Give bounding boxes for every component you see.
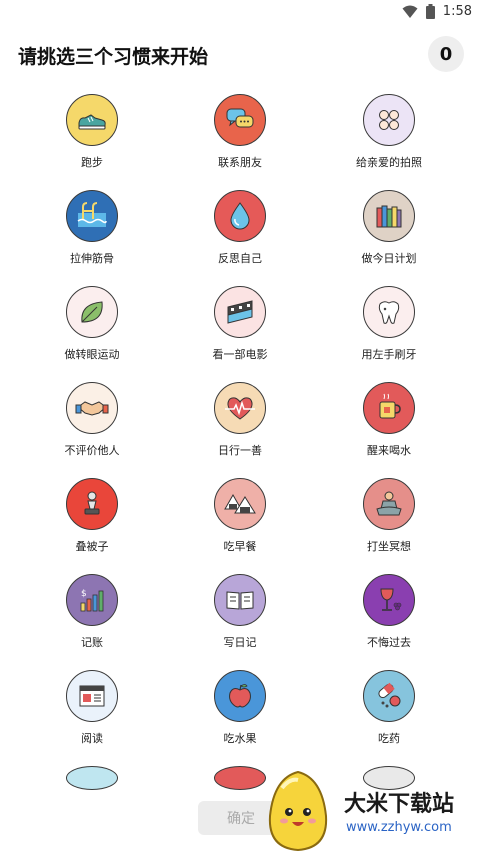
chess-pawn-icon xyxy=(66,478,118,530)
tooth-icon xyxy=(363,286,415,338)
habit-stretch[interactable]: 拉伸筋骨 xyxy=(17,190,167,280)
habit-make-bed[interactable]: 叠被子 xyxy=(17,478,167,568)
water-drop-icon xyxy=(214,190,266,242)
watermark-title: 大米下载站 xyxy=(344,792,455,817)
habit-no-regrets[interactable]: 不悔过去 xyxy=(314,574,464,664)
partial-icon-1 xyxy=(66,766,118,790)
habit-label: 阅读 xyxy=(81,732,103,745)
wine-glass-icon xyxy=(363,574,415,626)
habit-left-hand-brush[interactable]: 用左手刷牙 xyxy=(314,286,464,376)
header: 请挑选三个习惯来开始 0 xyxy=(0,34,480,78)
habit-contact-friends[interactable]: 联系朋友 xyxy=(165,94,315,184)
habit-label: 反思自己 xyxy=(218,252,262,265)
habit-reflect[interactable]: 反思自己 xyxy=(165,190,315,280)
selected-count-badge: 0 xyxy=(428,36,464,72)
chart-growth-icon: $ xyxy=(66,574,118,626)
habit-label: 日行一善 xyxy=(218,444,262,457)
pills-icon xyxy=(363,670,415,722)
habit-label: 叠被子 xyxy=(75,540,109,553)
heartbeat-icon xyxy=(214,382,266,434)
habit-eat-breakfast[interactable]: 吃早餐 xyxy=(165,478,315,568)
habit-label: 看一部电影 xyxy=(212,348,268,361)
habit-label: 写日记 xyxy=(223,636,257,649)
habit-label: 做今日计划 xyxy=(361,252,417,265)
habit-label: 醒来喝水 xyxy=(367,444,411,457)
svg-text:$: $ xyxy=(81,589,87,599)
habit-wake-drink-water[interactable]: 醒来喝水 xyxy=(314,382,464,472)
habit-journal[interactable]: 写日记 xyxy=(165,574,315,664)
partial-icon-2 xyxy=(214,766,266,790)
page-title: 请挑选三个习惯来开始 xyxy=(18,46,209,68)
habit-daily-plan[interactable]: 做今日计划 xyxy=(314,190,464,280)
battery-icon xyxy=(425,4,435,19)
newspaper-icon xyxy=(66,670,118,722)
watermark-egg-logo xyxy=(268,770,328,852)
habit-label: 吃水果 xyxy=(223,732,257,745)
habit-bookkeeping[interactable]: $ 记账 xyxy=(17,574,167,664)
habit-read[interactable]: 阅读 xyxy=(17,670,167,760)
habit-label: 给亲爱的拍照 xyxy=(356,156,422,169)
habit-label: 吃药 xyxy=(378,732,400,745)
handshake-icon xyxy=(66,382,118,434)
books-icon xyxy=(363,190,415,242)
habit-label: 吃早餐 xyxy=(223,540,257,553)
habit-label: 拉伸筋骨 xyxy=(70,252,114,265)
habit-run[interactable]: 跑步 xyxy=(17,94,167,184)
leaf-icon xyxy=(66,286,118,338)
habit-meditate[interactable]: 打坐冥想 xyxy=(314,478,464,568)
rice-ball-icon xyxy=(214,478,266,530)
habit-watch-movie[interactable]: 看一部电影 xyxy=(165,286,315,376)
pool-icon xyxy=(66,190,118,242)
habit-label: 记账 xyxy=(81,636,103,649)
wifi-icon xyxy=(402,5,418,18)
habit-take-medicine[interactable]: 吃药 xyxy=(314,670,464,760)
film-icon xyxy=(214,286,266,338)
habit-label: 不评价他人 xyxy=(64,444,120,457)
apple-icon xyxy=(214,670,266,722)
status-time: 1:58 xyxy=(442,4,472,19)
habit-good-deed[interactable]: 日行一善 xyxy=(165,382,315,472)
habit-label: 做转眼运动 xyxy=(64,348,120,361)
habit-no-judging[interactable]: 不评价他人 xyxy=(17,382,167,472)
chat-bubbles-icon xyxy=(214,94,266,146)
habit-eat-fruit[interactable]: 吃水果 xyxy=(165,670,315,760)
status-bar: 1:58 xyxy=(0,0,480,26)
habit-label: 打坐冥想 xyxy=(367,540,411,553)
habit-label: 用左手刷牙 xyxy=(361,348,417,361)
watermark-url: www.zzhyw.com xyxy=(346,820,452,835)
mug-icon xyxy=(363,382,415,434)
habit-label: 不悔过去 xyxy=(367,636,411,649)
camera-faces-icon xyxy=(363,94,415,146)
meditation-icon xyxy=(363,478,415,530)
habit-label: 跑步 xyxy=(81,156,103,169)
watermark: 大米下载站 www.zzhyw.com xyxy=(262,768,480,853)
habit-photo-loved[interactable]: 给亲爱的拍照 xyxy=(314,94,464,184)
habit-label: 联系朋友 xyxy=(218,156,262,169)
habit-eye-exercise[interactable]: 做转眼运动 xyxy=(17,286,167,376)
sneaker-icon xyxy=(66,94,118,146)
habit-partial-1[interactable] xyxy=(17,766,167,790)
open-book-icon xyxy=(214,574,266,626)
